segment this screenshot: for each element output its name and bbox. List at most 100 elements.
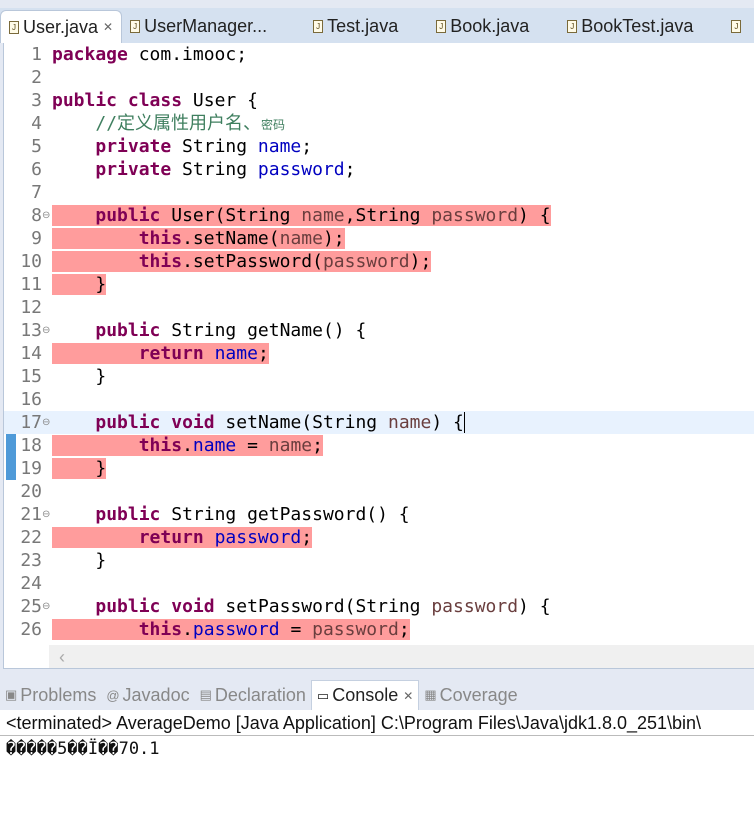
panel-tab-label: Console [332, 685, 399, 705]
tab-usermanager-[interactable]: J UserManager... [122, 10, 275, 43]
code-line[interactable]: 15 } [4, 365, 754, 388]
code-line[interactable]: 11 } [4, 273, 754, 296]
code-text: } [52, 549, 106, 572]
code-line[interactable]: 3 public class User { [4, 89, 754, 112]
code-line[interactable]: 8 ⊖ public User(String name,String passwo… [4, 204, 754, 227]
code-line[interactable]: 6 private String password; [4, 158, 754, 181]
code-token: name [387, 412, 432, 433]
panel-tab-coverage[interactable]: ▦ Coverage [419, 680, 522, 710]
code-line[interactable]: 20 [4, 480, 754, 503]
code-token: ,String [344, 205, 432, 226]
code-line[interactable]: 21 ⊖ public String getPassword() { [4, 503, 754, 526]
code-line[interactable]: 22 return password; [4, 526, 754, 549]
code-token: return [138, 527, 204, 548]
code-token: . [182, 435, 193, 456]
code-token: ; [257, 343, 269, 364]
code-text: } [52, 457, 107, 480]
code-line[interactable]: 12 [4, 296, 754, 319]
code-line[interactable]: 17 ⊖ public void setName(String name) { [4, 411, 754, 434]
code-token: } [52, 458, 107, 479]
code-token: public [95, 412, 161, 433]
java-file-icon: J [731, 20, 742, 33]
code-token: ; [301, 136, 313, 157]
fold-toggle-icon[interactable]: ⊖ [42, 411, 50, 434]
fold-toggle-icon[interactable]: ⊖ [42, 319, 50, 342]
coverage-missed-highlight: return password; [52, 527, 313, 548]
code-text: public class User { [52, 89, 258, 112]
panel-tab-problems[interactable]: ▣ Problems [0, 680, 101, 710]
code-token: .setPassword( [182, 251, 323, 272]
code-line[interactable]: 1 package com.imooc; [4, 43, 754, 66]
code-token: .setName( [182, 228, 280, 249]
code-line[interactable]: 9 this.setName(name); [4, 227, 754, 250]
line-number: 4 [31, 113, 42, 134]
panel-tab-javadoc[interactable]: @ Javadoc [101, 680, 194, 710]
code-content: public void setPassword(String password)… [52, 596, 550, 617]
code-line[interactable]: 4 //定义属性用户名、密码 [4, 112, 754, 135]
code-text: return password; [52, 526, 313, 549]
code-token: name [192, 435, 237, 456]
panel-tab-label: Javadoc [122, 684, 190, 705]
code-token: package [52, 44, 128, 65]
code-line[interactable]: 5 private String name; [4, 135, 754, 158]
code-line[interactable]: 26 this.password = password; [4, 618, 754, 641]
line-number: 9 [31, 228, 42, 249]
code-line[interactable]: 10 this.setPassword(password); [4, 250, 754, 273]
panel-tab-declaration[interactable]: ▤ Declaration [195, 680, 311, 710]
close-icon[interactable]: ✕ [403, 689, 413, 703]
line-number: 1 [31, 44, 42, 65]
panel-tabs: ▣ Problems @ Javadoc ▤ Declaration ▭ Console ✕ ▦ C… [0, 680, 754, 710]
code-token: } [52, 366, 107, 387]
code-line[interactable]: 7 [4, 181, 754, 204]
coverage-missed-highlight: this.password = password; [52, 619, 410, 640]
code-token: name [214, 343, 258, 364]
fold-toggle-icon[interactable]: ⊖ [42, 595, 50, 618]
code-token: public [52, 90, 118, 111]
line-number: 7 [31, 182, 42, 203]
tab-book-java[interactable]: J Book.java [428, 10, 537, 43]
code-token: private [95, 159, 172, 180]
console-view[interactable]: <terminated> AverageDemo [Java Applicati… [0, 710, 754, 829]
fold-toggle-icon[interactable]: ⊖ [42, 204, 50, 227]
tab-label: UserManager... [144, 16, 268, 36]
panel-tab-console[interactable]: ▭ Console ✕ [310, 680, 420, 710]
code-line[interactable]: 2 [4, 66, 754, 89]
code-token: public [95, 596, 161, 617]
code-line[interactable]: 19 } [4, 457, 754, 480]
panel-tab-label: Declaration [214, 684, 306, 705]
code-line[interactable]: 14 return name; [4, 342, 754, 365]
code-token: password [214, 527, 302, 548]
code-content: public String getName() { [52, 320, 366, 341]
tab-overflow[interactable]: J [723, 10, 753, 43]
tab-label: Book.java [450, 16, 530, 36]
code-token: ); [322, 228, 345, 249]
close-icon[interactable]: ✕ [103, 20, 113, 34]
code-line[interactable]: 24 [4, 572, 754, 595]
line-number: 17 [20, 412, 42, 433]
tab-label: BookTest.java [581, 16, 694, 36]
code-token: password [431, 596, 519, 617]
code-line[interactable]: 23 } [4, 549, 754, 572]
console-header: <terminated> AverageDemo [Java Applicati… [0, 710, 754, 736]
code-content: } [52, 550, 106, 571]
code-token: public [95, 320, 161, 341]
tab-test-java[interactable]: J Test.java [305, 10, 406, 43]
tab-user-java[interactable]: J User.java ✕ [0, 10, 123, 43]
scroll-left-icon[interactable]: ‹ [59, 647, 65, 667]
tab-booktest-java[interactable]: J BookTest.java [559, 10, 701, 43]
code-token: password [312, 619, 399, 640]
code-line[interactable]: 16 [4, 388, 754, 411]
code-token: ) { [518, 205, 551, 226]
code-editor[interactable]: 1 package com.imooc; 2 3 public class User {… [3, 43, 754, 669]
code-line[interactable]: 25 ⊖ public void setPassword(String passw… [4, 595, 754, 618]
code-content: //定义属性用户名、密码 [52, 113, 285, 134]
code-line[interactable]: 18 this.name = name; [4, 434, 754, 457]
code-token: . [182, 619, 193, 640]
horizontal-scrollbar[interactable]: ‹ [49, 645, 754, 668]
code-token: name [301, 205, 345, 226]
code-token: //定义属性用户名、 [95, 113, 262, 134]
code-line[interactable]: 13 ⊖ public String getName() { [4, 319, 754, 342]
fold-toggle-icon[interactable]: ⊖ [42, 503, 50, 526]
